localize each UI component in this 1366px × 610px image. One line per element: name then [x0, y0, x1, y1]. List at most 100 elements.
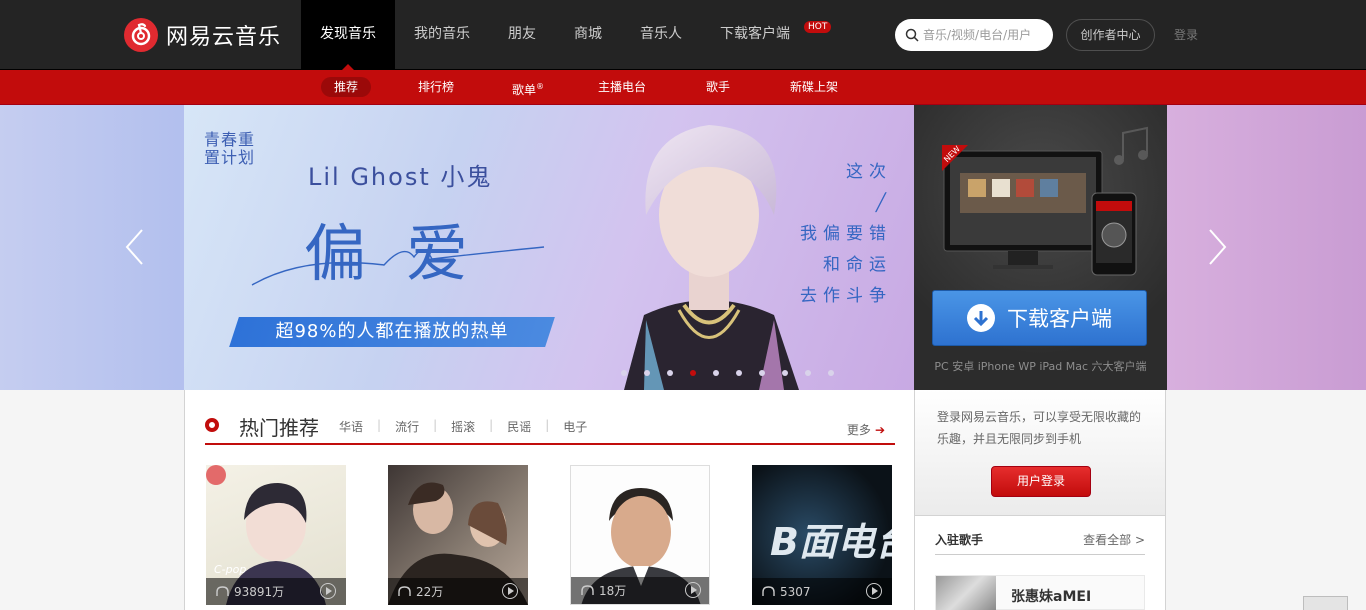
lyric-line: 我偏要错 — [800, 224, 892, 244]
banner-subtitle-box: 超98%的人都在播放的热单 — [229, 317, 555, 347]
view-all-singers-link[interactable]: 查看全部 > — [1083, 531, 1145, 548]
login-description: 登录网易云音乐，可以享受无限收藏的乐趣，并且无限同步到手机 — [937, 410, 1142, 446]
lyric-line: 去作斗争 — [800, 286, 892, 306]
banner-next-arrow-icon[interactable] — [1204, 227, 1230, 267]
download-panel: NEW 下载客户端 PC 安卓 iPhone WP iPad Mac 六大客户端 — [914, 105, 1167, 390]
playlist-card[interactable]: C-pop 93891万 — [206, 465, 346, 605]
playlist-card[interactable]: 22万 — [388, 465, 528, 605]
lyric-line: 这次 — [846, 162, 892, 182]
headphones-icon — [762, 586, 775, 596]
right-sidebar: 登录网易云音乐，可以享受无限收藏的乐趣，并且无限同步到手机 用户登录 入驻歌手 … — [914, 390, 1166, 610]
play-icon[interactable] — [502, 583, 518, 599]
subnav-new-albums[interactable]: 新碟上架 — [777, 77, 851, 97]
subnav-charts[interactable]: 排行榜 — [405, 77, 467, 97]
banner-dot[interactable] — [644, 370, 650, 376]
sub-nav: 推荐 排行榜 歌单® 主播电台 歌手 新碟上架 — [0, 70, 1366, 105]
playlist-card[interactable]: B面电台 5307 — [752, 465, 892, 605]
banner: 青春重置计划 Lil Ghost 小鬼 偏爱 超98%的人都在播放的热单 这次 … — [0, 105, 1366, 390]
nav-download[interactable]: 下载客户端 HOT — [701, 0, 832, 69]
play-icon[interactable] — [685, 582, 701, 598]
top-nav: 发现音乐 我的音乐 朋友 商城 音乐人 下载客户端 HOT — [301, 0, 832, 70]
banner-title: 偏爱 — [304, 217, 509, 290]
download-button-label: 下载客户端 — [1007, 307, 1112, 331]
user-login-button[interactable]: 用户登录 — [991, 466, 1091, 497]
lyric-line: 和命运 — [823, 255, 892, 275]
genre-tag[interactable]: 电子 — [563, 418, 587, 435]
search-input[interactable] — [923, 28, 1043, 42]
nav-my-music[interactable]: 我的音乐 — [395, 0, 489, 69]
banner-dot[interactable] — [805, 370, 811, 376]
lyric-line: ╱ — [875, 193, 892, 213]
genre-tag[interactable]: 民谣 — [507, 418, 531, 435]
banner-dot[interactable] — [759, 370, 765, 376]
nav-friends[interactable]: 朋友 — [489, 0, 555, 69]
hot-recommend-header: 热门推荐 华语 | 流行 | 摇滚 | 民谣 | 电子 更多 ➔ — [205, 410, 895, 445]
play-icon[interactable] — [320, 583, 336, 599]
playlist-card[interactable]: 18万 — [570, 465, 710, 605]
search-icon — [905, 28, 919, 42]
banner-dot[interactable] — [736, 370, 742, 376]
download-platforms: PC 安卓 iPhone WP iPad Mac 六大客户端 — [934, 360, 1147, 373]
devices-illustration: NEW — [942, 144, 1137, 276]
card-footer: 5307 — [752, 578, 892, 605]
banner-dot[interactable] — [621, 370, 627, 376]
nav-store[interactable]: 商城 — [555, 0, 621, 69]
play-count: 18万 — [599, 584, 627, 598]
banner-dot[interactable] — [828, 370, 834, 376]
netease-logo-icon — [124, 18, 158, 52]
subnav-artists[interactable]: 歌手 — [693, 77, 743, 97]
search-box[interactable] — [895, 19, 1053, 51]
play-count: 5307 — [780, 584, 811, 599]
login-link[interactable]: 登录 — [1174, 26, 1198, 43]
subnav-recommend[interactable]: 推荐 — [321, 77, 372, 97]
banner-dot[interactable] — [690, 370, 696, 376]
feedback-tab[interactable] — [1303, 596, 1348, 610]
banner-subtitle: 超98%的人都在播放的热单 — [275, 321, 509, 342]
banner-prev-arrow-icon[interactable] — [122, 227, 148, 267]
banner-tag: 青春重置计划 — [204, 130, 256, 167]
arrow-right-icon: ➔ — [874, 423, 885, 437]
card-footer: 93891万 — [206, 578, 346, 605]
singers-title: 入驻歌手 — [935, 533, 984, 547]
singers-header: 入驻歌手 查看全部 > — [935, 528, 1145, 555]
registered-mark: ® — [536, 82, 545, 91]
headphones-icon — [581, 585, 594, 595]
playlist-cards: C-pop 93891万 22万 18万 B面电 5307 — [206, 465, 892, 605]
genre-tag[interactable]: 流行 — [395, 418, 419, 435]
play-count: 22万 — [416, 585, 444, 599]
download-arrow-icon — [967, 304, 995, 332]
nav-discover[interactable]: 发现音乐 — [301, 0, 395, 70]
download-client-button[interactable]: 下载客户端 — [932, 290, 1147, 346]
subnav-playlists[interactable]: 歌单® — [499, 77, 557, 97]
singer-avatar — [936, 576, 996, 610]
creator-center-button[interactable]: 创作者中心 — [1066, 19, 1155, 51]
more-label: 更多 — [846, 423, 871, 437]
genre-tag[interactable]: 华语 — [339, 418, 363, 435]
genre-tag[interactable]: 摇滚 — [451, 418, 475, 435]
more-link[interactable]: 更多 ➔ — [847, 421, 885, 438]
logo-text: 网易云音乐 — [166, 25, 282, 50]
logo[interactable]: 网易云音乐 — [124, 18, 281, 52]
card-overlay-text: C-pop — [214, 563, 246, 576]
play-icon[interactable] — [866, 583, 882, 599]
banner-dot[interactable] — [782, 370, 788, 376]
banner-image[interactable]: 青春重置计划 Lil Ghost 小鬼 偏爱 超98%的人都在播放的热单 这次 … — [184, 105, 914, 390]
card-overlay-text: B面电台 — [770, 520, 892, 564]
nav-download-label: 下载客户端 — [720, 26, 790, 42]
subnav-radio[interactable]: 主播电台 — [585, 77, 659, 97]
singer-name: 张惠妹aMEI — [1011, 589, 1092, 605]
singer-item[interactable]: 张惠妹aMEI — [935, 575, 1145, 610]
top-bar: 网易云音乐 发现音乐 我的音乐 朋友 商城 音乐人 下载客户端 HOT 创作者中… — [0, 0, 1366, 70]
section-title[interactable]: 热门推荐 — [239, 412, 319, 441]
subnav-playlists-label: 歌单 — [512, 83, 537, 97]
headphones-icon — [216, 586, 229, 596]
headphones-icon — [398, 586, 411, 596]
banner-lyrics: 这次 ╱ 我偏要错 和命运 去作斗争 — [782, 157, 892, 312]
banner-dot[interactable] — [713, 370, 719, 376]
banner-artist: Lil Ghost 小鬼 — [308, 163, 493, 191]
card-footer: 22万 — [388, 578, 528, 605]
nav-musician[interactable]: 音乐人 — [621, 0, 701, 69]
card-footer: 18万 — [571, 577, 709, 604]
banner-dot[interactable] — [667, 370, 673, 376]
section-circle-icon — [205, 418, 219, 432]
